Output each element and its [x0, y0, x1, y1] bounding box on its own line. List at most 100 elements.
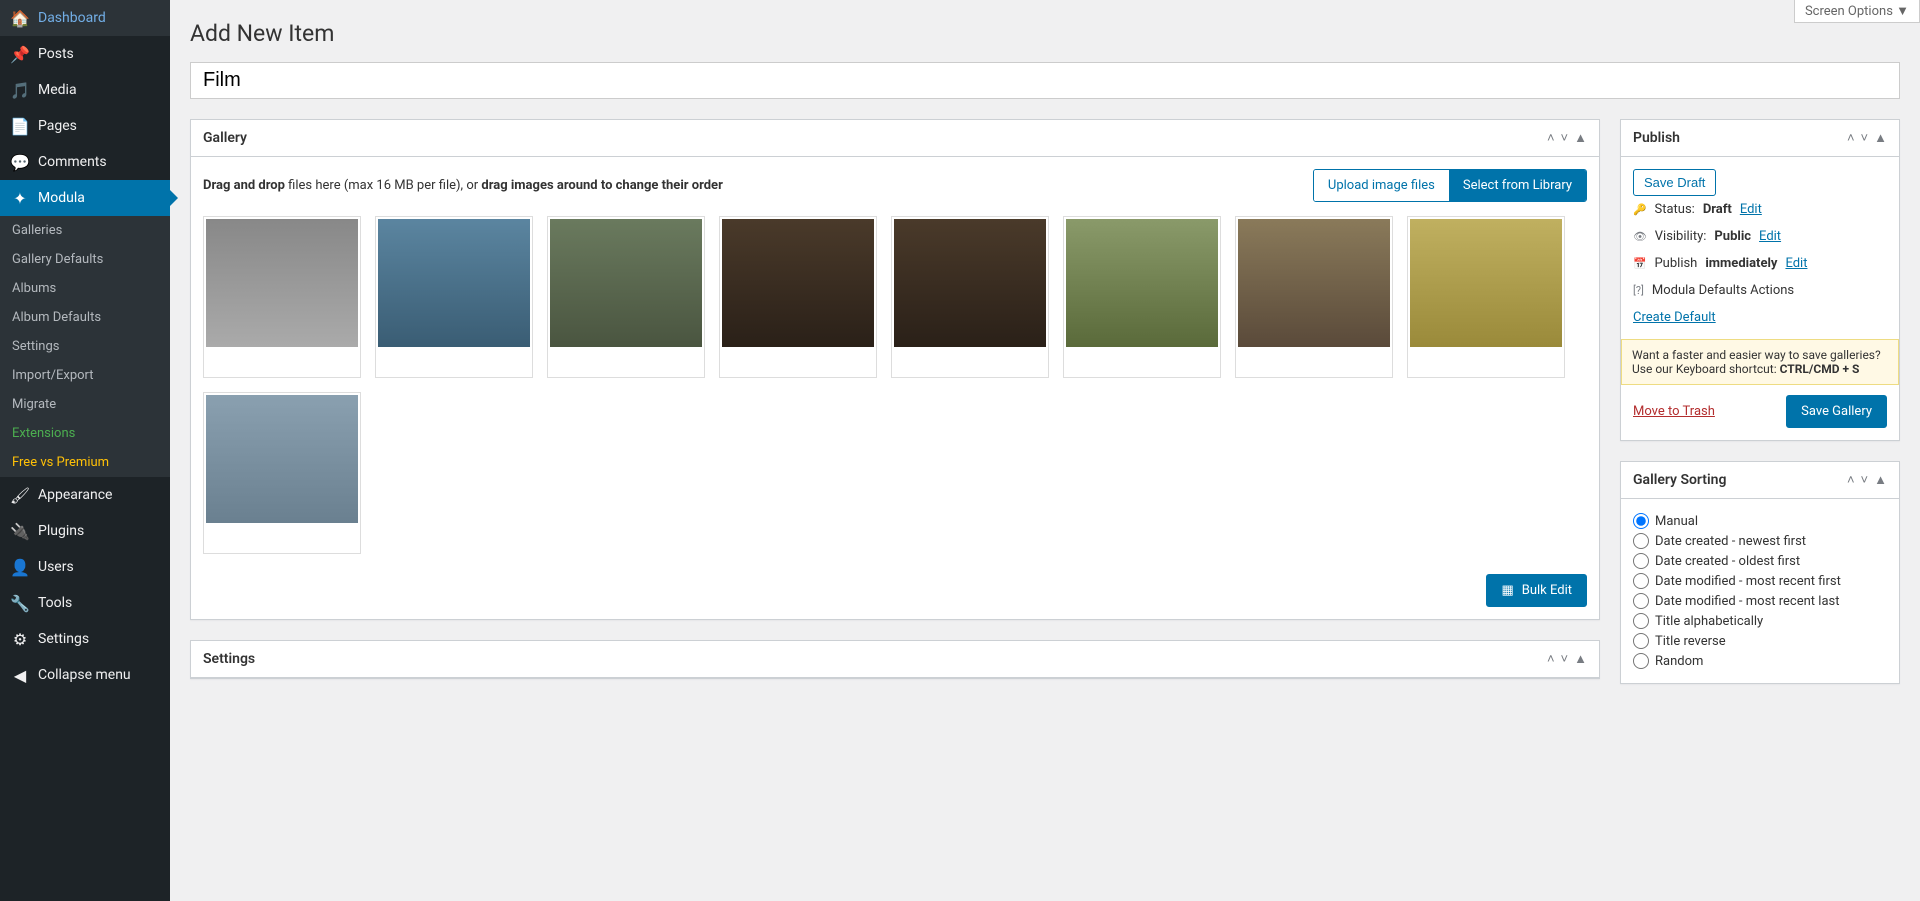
- publish-metabox: Publish ˄ ˅ ▲ Save Draft 🔑 Status: Draft: [1620, 119, 1900, 441]
- gallery-thumb[interactable]: [375, 216, 533, 378]
- subnav-settings[interactable]: Settings: [0, 332, 170, 361]
- publish-title: Publish: [1633, 130, 1680, 146]
- edit-status-link[interactable]: Edit: [1740, 202, 1762, 217]
- calendar-icon: 📅: [1633, 257, 1646, 270]
- sort-date-modified-first[interactable]: Date modified - most recent first: [1633, 571, 1887, 591]
- chevron-down-icon[interactable]: ˅: [1561, 651, 1569, 667]
- sort-date-created-oldest[interactable]: Date created - oldest first: [1633, 551, 1887, 571]
- gallery-thumb[interactable]: [719, 216, 877, 378]
- subnav-import-export[interactable]: Import/Export: [0, 361, 170, 390]
- gallery-thumb[interactable]: [891, 216, 1049, 378]
- chevron-down-icon[interactable]: ˅: [1861, 130, 1869, 146]
- chevron-down-icon[interactable]: ˅: [1861, 472, 1869, 488]
- nav-media[interactable]: 🎵Media: [0, 72, 170, 108]
- nav-modula[interactable]: ✦Modula: [0, 180, 170, 216]
- save-draft-button[interactable]: Save Draft: [1633, 169, 1716, 196]
- sort-random[interactable]: Random: [1633, 651, 1887, 671]
- toggle-panel-icon[interactable]: ▲: [1574, 130, 1587, 146]
- collapse-icon: ◀: [10, 665, 30, 685]
- modula-submenu: Galleries Gallery Defaults Albums Album …: [0, 216, 170, 477]
- create-default-link[interactable]: Create Default: [1633, 310, 1716, 325]
- gallery-sorting-metabox: Gallery Sorting ˄ ˅ ▲ Manual Date create…: [1620, 461, 1900, 684]
- gallery-thumb[interactable]: [547, 216, 705, 378]
- subnav-albums[interactable]: Albums: [0, 274, 170, 303]
- nav-appearance[interactable]: 🖌Appearance: [0, 477, 170, 513]
- post-title-input[interactable]: [190, 62, 1900, 99]
- status-value: Draft: [1703, 202, 1732, 217]
- grid-icon: ▦: [1501, 583, 1513, 598]
- settings-metabox: Settings ˄ ˅ ▲: [190, 640, 1600, 679]
- gallery-thumb[interactable]: [1407, 216, 1565, 378]
- edit-publish-link[interactable]: Edit: [1785, 256, 1807, 271]
- nav-settings[interactable]: ⚙Settings: [0, 621, 170, 657]
- subnav-galleries[interactable]: Galleries: [0, 216, 170, 245]
- nav-users[interactable]: 👤Users: [0, 549, 170, 585]
- sorting-title: Gallery Sorting: [1633, 472, 1726, 488]
- nav-comments[interactable]: 💬Comments: [0, 144, 170, 180]
- visibility-label: Visibility:: [1655, 229, 1707, 244]
- gallery-metabox: Gallery ˄ ˅ ▲ Drag and drop files here (…: [190, 119, 1600, 620]
- users-icon: 👤: [10, 557, 30, 577]
- settings-title: Settings: [203, 651, 255, 667]
- pages-icon: 📄: [10, 116, 30, 136]
- gallery-thumb[interactable]: [203, 392, 361, 554]
- toggle-panel-icon[interactable]: ▲: [1874, 130, 1887, 146]
- chevron-down-icon[interactable]: ˅: [1561, 130, 1569, 146]
- sort-manual[interactable]: Manual: [1633, 511, 1887, 531]
- subnav-migrate[interactable]: Migrate: [0, 390, 170, 419]
- subnav-free-vs-premium[interactable]: Free vs Premium: [0, 448, 170, 477]
- key-icon: 🔑: [1633, 203, 1646, 216]
- modula-icon: ✦: [10, 188, 30, 208]
- pin-icon: 📌: [10, 44, 30, 64]
- select-from-library-button[interactable]: Select from Library: [1449, 170, 1586, 201]
- gallery-thumb[interactable]: [1235, 216, 1393, 378]
- chevron-up-icon[interactable]: ˄: [1547, 651, 1555, 667]
- gallery-thumb[interactable]: [1063, 216, 1221, 378]
- chevron-up-icon[interactable]: ˄: [1847, 130, 1855, 146]
- nav-plugins[interactable]: 🔌Plugins: [0, 513, 170, 549]
- visibility-value: Public: [1714, 229, 1751, 244]
- media-icon: 🎵: [10, 80, 30, 100]
- page-title: Add New Item: [190, 20, 1900, 47]
- help-icon: [?]: [1633, 284, 1644, 297]
- nav-pages[interactable]: 📄Pages: [0, 108, 170, 144]
- status-label: Status:: [1654, 202, 1694, 217]
- comments-icon: 💬: [10, 152, 30, 172]
- nav-collapse[interactable]: ◀Collapse menu: [0, 657, 170, 693]
- sort-title-alpha[interactable]: Title alphabetically: [1633, 611, 1887, 631]
- gallery-thumb[interactable]: [203, 216, 361, 378]
- gallery-thumbnails: [203, 216, 1587, 554]
- bulk-edit-button[interactable]: ▦ Bulk Edit: [1486, 574, 1587, 607]
- nav-posts[interactable]: 📌Posts: [0, 36, 170, 72]
- sort-title-reverse[interactable]: Title reverse: [1633, 631, 1887, 651]
- sort-date-created-newest[interactable]: Date created - newest first: [1633, 531, 1887, 551]
- publish-label: Publish: [1654, 256, 1697, 271]
- plugins-icon: 🔌: [10, 521, 30, 541]
- nav-tools[interactable]: 🔧Tools: [0, 585, 170, 621]
- screen-options-toggle[interactable]: Screen Options ▼: [1794, 0, 1920, 23]
- appearance-icon: 🖌: [10, 485, 30, 505]
- publish-value: immediately: [1705, 256, 1777, 271]
- eye-icon: 👁: [1633, 230, 1647, 243]
- upload-instructions: Drag and drop files here (max 16 MB per …: [203, 178, 723, 193]
- defaults-label: Modula Defaults Actions: [1652, 283, 1794, 298]
- chevron-up-icon[interactable]: ˄: [1847, 472, 1855, 488]
- settings-icon: ⚙: [10, 629, 30, 649]
- subnav-extensions[interactable]: Extensions: [0, 419, 170, 448]
- edit-visibility-link[interactable]: Edit: [1759, 229, 1781, 244]
- dashboard-icon: 🏠: [10, 8, 30, 28]
- tools-icon: 🔧: [10, 593, 30, 613]
- toggle-panel-icon[interactable]: ▲: [1874, 472, 1887, 488]
- gallery-title: Gallery: [203, 130, 247, 146]
- upload-image-files-button[interactable]: Upload image files: [1314, 170, 1449, 201]
- subnav-album-defaults[interactable]: Album Defaults: [0, 303, 170, 332]
- move-to-trash-link[interactable]: Move to Trash: [1633, 404, 1715, 419]
- nav-dashboard[interactable]: 🏠Dashboard: [0, 0, 170, 36]
- save-hint: Want a faster and easier way to save gal…: [1621, 339, 1899, 385]
- toggle-panel-icon[interactable]: ▲: [1574, 651, 1587, 667]
- subnav-gallery-defaults[interactable]: Gallery Defaults: [0, 245, 170, 274]
- save-gallery-button[interactable]: Save Gallery: [1786, 395, 1887, 428]
- sort-date-modified-last[interactable]: Date modified - most recent last: [1633, 591, 1887, 611]
- admin-sidebar: 🏠Dashboard 📌Posts 🎵Media 📄Pages 💬Comment…: [0, 0, 170, 901]
- chevron-up-icon[interactable]: ˄: [1547, 130, 1555, 146]
